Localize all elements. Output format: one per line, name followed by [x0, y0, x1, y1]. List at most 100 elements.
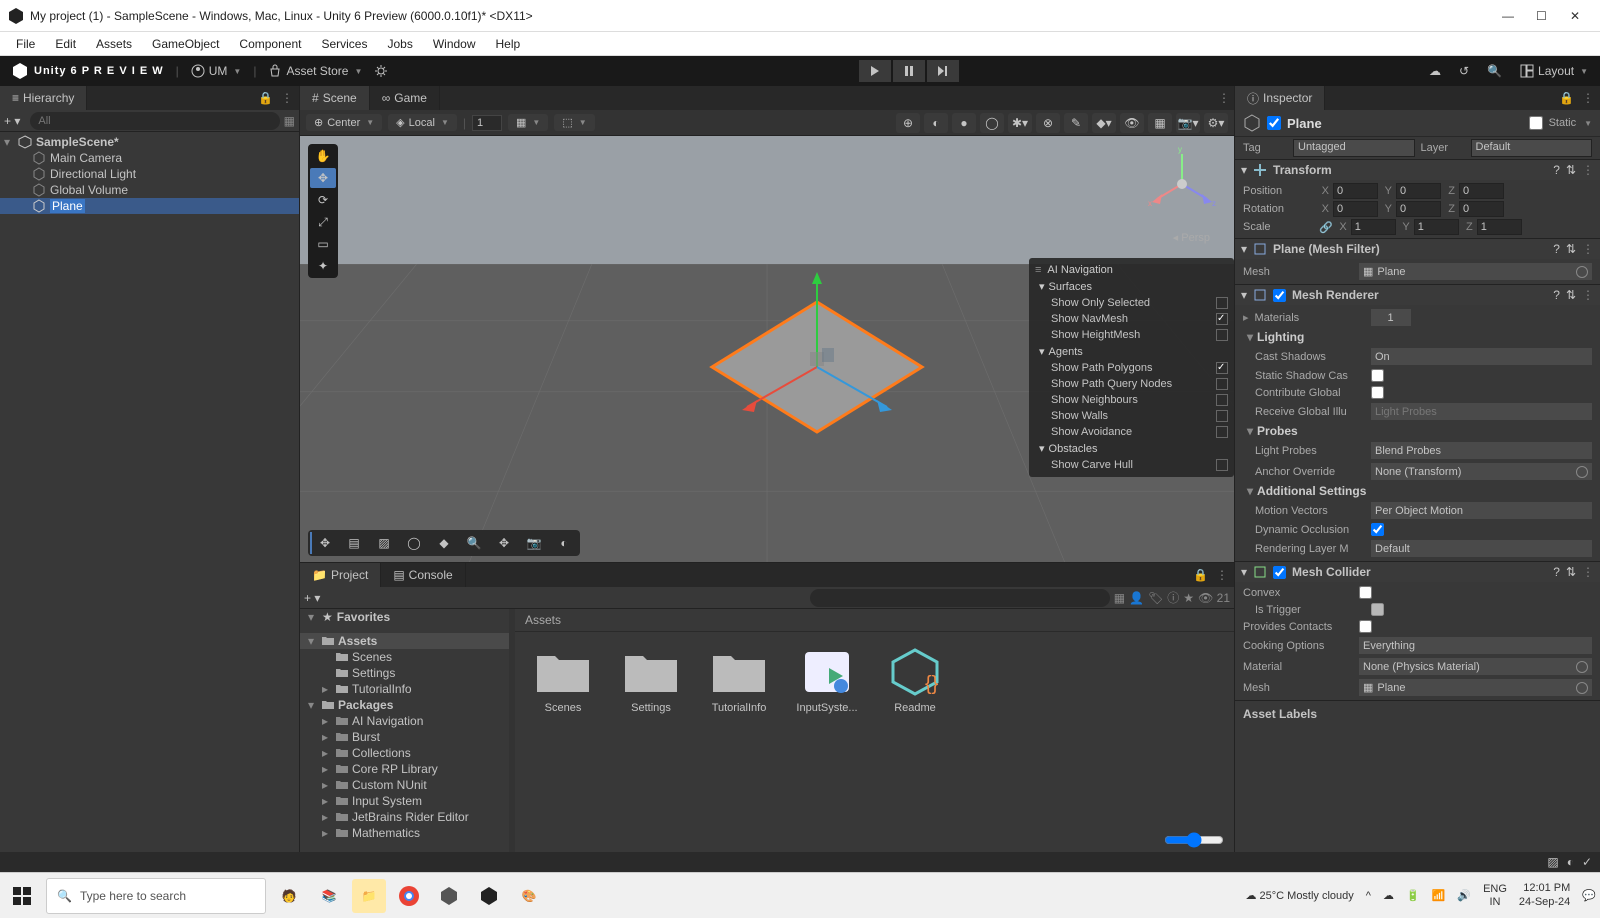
scale-z[interactable] — [1477, 219, 1522, 235]
grid-snap-dropdown[interactable]: ▦▼ — [508, 114, 548, 131]
pkg-core-rp[interactable]: ▸Core RP Library — [300, 761, 509, 777]
hand-tool[interactable]: ✋ — [310, 146, 336, 166]
preset-icon[interactable]: ⇅ — [1566, 242, 1576, 256]
folder-tutorialinfo[interactable]: ▸TutorialInfo — [300, 681, 509, 697]
overlay-show-heightmesh[interactable]: Show HeightMesh — [1035, 327, 1228, 343]
lock-icon[interactable]: 🔒 — [1193, 568, 1208, 582]
materials-label[interactable]: Materials — [1255, 312, 1365, 324]
collider-mesh-field[interactable]: ▦Plane — [1359, 679, 1592, 696]
rect-tool[interactable]: ▭ — [310, 234, 336, 254]
scene-tab[interactable]: #Scene — [300, 86, 370, 110]
layers-icon[interactable]: ◆▾ — [1092, 113, 1116, 133]
overlay-group-obstacles[interactable]: Obstacles — [1049, 443, 1098, 455]
search-by-type-icon[interactable]: ▦ — [1114, 591, 1125, 605]
notifications-icon[interactable]: 💬 — [1582, 889, 1596, 902]
component-menu[interactable]: ⋮ — [1582, 565, 1594, 579]
bstrip-1[interactable]: ✥ — [310, 532, 338, 554]
asset-store-button[interactable]: Asset Store ▼ — [268, 64, 362, 78]
project-search[interactable] — [810, 589, 1110, 607]
undo-history-icon[interactable]: ↺ — [1459, 64, 1469, 78]
audio-icon[interactable]: ◯ — [980, 113, 1004, 133]
help-icon[interactable]: ? — [1553, 288, 1560, 302]
asset-inputsystem[interactable]: InputSyste... — [795, 648, 859, 714]
rot-z[interactable] — [1459, 201, 1504, 217]
gizmo-toggle-icon[interactable]: ✎ — [1064, 113, 1088, 133]
pos-x[interactable] — [1333, 183, 1378, 199]
panel-menu-icon[interactable]: ⋮ — [281, 91, 293, 105]
minimize-button[interactable]: — — [1502, 9, 1516, 23]
overlay-icon[interactable]: ▦ — [1148, 113, 1172, 133]
component-menu[interactable]: ⋮ — [1582, 242, 1594, 256]
probes-header[interactable]: Probes — [1257, 424, 1298, 438]
dyn-occ-checkbox[interactable] — [1371, 523, 1384, 536]
2d-toggle-icon[interactable]: ◐ — [924, 113, 948, 133]
cooking-dropdown[interactable]: Everything — [1359, 637, 1592, 654]
bstrip-3[interactable]: ▨ — [370, 532, 398, 554]
hidden-packages-icon[interactable]: ⓘ — [1167, 589, 1179, 606]
scale-tool[interactable]: ⤢ — [310, 212, 336, 232]
preset-icon[interactable]: ⇅ — [1566, 288, 1576, 302]
bstrip-4[interactable]: ◯ — [400, 532, 428, 554]
collider-enabled[interactable] — [1273, 566, 1286, 579]
pivot-dropdown[interactable]: ⊕Center▼ — [306, 114, 382, 131]
contribute-gi-checkbox[interactable] — [1371, 386, 1384, 399]
cloud-icon[interactable]: ☁ — [1429, 64, 1441, 78]
settings-icon[interactable] — [374, 64, 388, 78]
overlay-show-neighbours[interactable]: Show Neighbours — [1035, 392, 1228, 408]
asset-settings[interactable]: Settings — [619, 648, 683, 714]
render-layer-dropdown[interactable]: Default — [1371, 540, 1592, 557]
overlay-show-navmesh[interactable]: Show NavMesh — [1035, 311, 1228, 327]
asset-labels-header[interactable]: Asset Labels — [1235, 700, 1600, 727]
transform-header[interactable]: ▾ Transform ?⇅⋮ — [1235, 160, 1600, 180]
overlay-show-path-query[interactable]: Show Path Query Nodes — [1035, 376, 1228, 392]
menu-jobs[interactable]: Jobs — [379, 35, 420, 53]
project-tab[interactable]: 📁Project — [300, 563, 381, 587]
menu-edit[interactable]: Edit — [47, 35, 84, 53]
hierarchy-tab[interactable]: ≡Hierarchy — [0, 86, 87, 110]
wifi-icon[interactable]: 📶 — [1432, 889, 1446, 902]
save-search-icon[interactable]: 🏷 — [1148, 591, 1163, 605]
renderer-enabled[interactable] — [1273, 289, 1286, 302]
camera-icon[interactable]: 📷▾ — [1176, 113, 1200, 133]
start-button[interactable] — [4, 878, 40, 914]
overlay-show-carve-hull[interactable]: Show Carve Hull — [1035, 457, 1228, 473]
maximize-button[interactable]: ☐ — [1536, 9, 1550, 23]
bstrip-9[interactable]: ◐ — [550, 532, 578, 554]
component-menu[interactable]: ⋮ — [1582, 163, 1594, 177]
volume-icon[interactable]: 🔊 — [1457, 889, 1471, 902]
asset-scenes[interactable]: Scenes — [531, 648, 595, 714]
paint-icon[interactable]: 🎨 — [512, 879, 546, 913]
onedrive-icon[interactable]: ☁ — [1383, 889, 1394, 902]
help-icon[interactable]: ? — [1553, 242, 1560, 256]
orientation-gizmo[interactable]: y x z — [1142, 144, 1222, 224]
overlay-group-agents[interactable]: Agents — [1049, 346, 1083, 358]
assets-row[interactable]: ▾Assets — [300, 633, 509, 649]
chrome-icon[interactable] — [392, 879, 426, 913]
layout-dropdown[interactable]: Layout ▼ — [1520, 64, 1588, 78]
pkg-burst[interactable]: ▸Burst — [300, 729, 509, 745]
pkg-math[interactable]: ▸Mathematics — [300, 825, 509, 841]
account-dropdown[interactable]: UM ▼ — [191, 64, 242, 78]
status-icon-1[interactable]: ▨ — [1547, 855, 1558, 869]
console-tab[interactable]: ▤Console — [381, 563, 465, 587]
bstrip-8[interactable]: 📷 — [520, 532, 548, 554]
perspective-label[interactable]: ◂ Persp — [1173, 231, 1210, 244]
active-checkbox[interactable] — [1267, 116, 1281, 130]
status-icon-3[interactable]: ✓ — [1582, 855, 1592, 869]
help-icon[interactable]: ? — [1553, 163, 1560, 177]
static-checkbox[interactable] — [1529, 116, 1543, 130]
visibility-icon[interactable]: 👁 — [1120, 113, 1144, 133]
help-icon[interactable]: ? — [1553, 565, 1560, 579]
star-icon[interactable]: ★ — [1183, 591, 1194, 605]
overlay-show-path-polygons[interactable]: Show Path Polygons — [1035, 360, 1228, 376]
pkg-rider[interactable]: ▸JetBrains Rider Editor — [300, 809, 509, 825]
rotate-tool[interactable]: ⟳ — [310, 190, 336, 210]
hierarchy-plane[interactable]: Plane — [0, 198, 299, 214]
add-asset-button[interactable]: + ▾ — [304, 591, 320, 605]
rot-y[interactable] — [1396, 201, 1441, 217]
hierarchy-global-volume[interactable]: Global Volume — [0, 182, 299, 198]
asset-tutorialinfo[interactable]: TutorialInfo — [707, 648, 771, 714]
taskview-icon[interactable]: 📚 — [312, 879, 346, 913]
play-button[interactable] — [859, 60, 891, 82]
lock-icon[interactable]: 🔒 — [1559, 91, 1574, 105]
